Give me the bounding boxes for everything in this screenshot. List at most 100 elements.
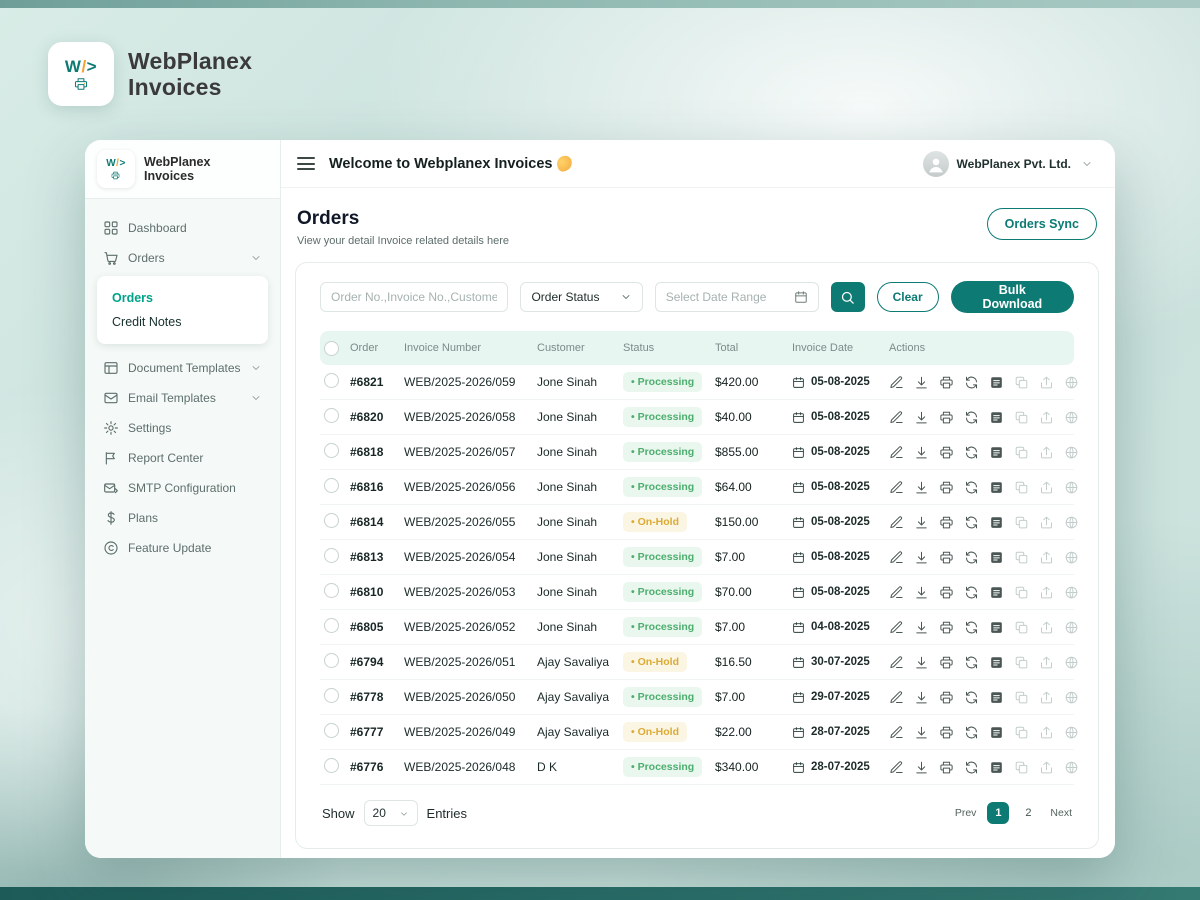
edit-icon[interactable] (889, 410, 904, 425)
badge-icon[interactable] (1064, 480, 1079, 495)
next-button[interactable]: Next (1050, 807, 1072, 819)
row-checkbox[interactable] (324, 758, 339, 773)
prev-button[interactable]: Prev (955, 807, 977, 819)
sidebar-item-settings[interactable]: Settings (95, 413, 270, 443)
print-icon[interactable] (939, 375, 954, 390)
badge-icon[interactable] (1064, 725, 1079, 740)
print-icon[interactable] (939, 690, 954, 705)
badge-icon[interactable] (1064, 655, 1079, 670)
row-checkbox[interactable] (324, 618, 339, 633)
refresh-icon[interactable] (964, 725, 979, 740)
badge-icon[interactable] (1064, 410, 1079, 425)
sidebar-subitem-credit-notes[interactable]: Credit Notes (112, 310, 253, 334)
share-icon[interactable] (1039, 760, 1054, 775)
print-icon[interactable] (939, 410, 954, 425)
edit-icon[interactable] (889, 480, 904, 495)
share-icon[interactable] (1039, 445, 1054, 460)
share-icon[interactable] (1039, 690, 1054, 705)
download-icon[interactable] (914, 725, 929, 740)
edit-icon[interactable] (889, 725, 904, 740)
badge-icon[interactable] (1064, 375, 1079, 390)
invoice-icon[interactable] (989, 445, 1004, 460)
duplicate-icon[interactable] (1014, 550, 1029, 565)
sidebar-item-smtp-configuration[interactable]: SMTP Configuration (95, 473, 270, 503)
edit-icon[interactable] (889, 445, 904, 460)
duplicate-icon[interactable] (1014, 760, 1029, 775)
row-checkbox[interactable] (324, 723, 339, 738)
share-icon[interactable] (1039, 480, 1054, 495)
duplicate-icon[interactable] (1014, 585, 1029, 600)
row-checkbox[interactable] (324, 653, 339, 668)
print-icon[interactable] (939, 725, 954, 740)
download-icon[interactable] (914, 585, 929, 600)
refresh-icon[interactable] (964, 655, 979, 670)
edit-icon[interactable] (889, 550, 904, 565)
refresh-icon[interactable] (964, 410, 979, 425)
invoice-icon[interactable] (989, 760, 1004, 775)
download-icon[interactable] (914, 480, 929, 495)
download-icon[interactable] (914, 550, 929, 565)
refresh-icon[interactable] (964, 585, 979, 600)
print-icon[interactable] (939, 445, 954, 460)
duplicate-icon[interactable] (1014, 410, 1029, 425)
row-checkbox[interactable] (324, 688, 339, 703)
sidebar-brand[interactable]: W/> WebPlanex Invoices (85, 140, 280, 199)
download-icon[interactable] (914, 760, 929, 775)
print-icon[interactable] (939, 515, 954, 530)
share-icon[interactable] (1039, 550, 1054, 565)
badge-icon[interactable] (1064, 585, 1079, 600)
sidebar-item-report-center[interactable]: Report Center (95, 443, 270, 473)
download-icon[interactable] (914, 620, 929, 635)
row-checkbox[interactable] (324, 443, 339, 458)
duplicate-icon[interactable] (1014, 480, 1029, 495)
share-icon[interactable] (1039, 585, 1054, 600)
share-icon[interactable] (1039, 515, 1054, 530)
refresh-icon[interactable] (964, 480, 979, 495)
print-icon[interactable] (939, 550, 954, 565)
row-checkbox[interactable] (324, 408, 339, 423)
edit-icon[interactable] (889, 760, 904, 775)
refresh-icon[interactable] (964, 550, 979, 565)
row-checkbox[interactable] (324, 548, 339, 563)
page-size-select[interactable]: 20 (363, 800, 418, 826)
order-status-select[interactable]: Order Status (520, 282, 643, 312)
refresh-icon[interactable] (964, 620, 979, 635)
edit-icon[interactable] (889, 690, 904, 705)
badge-icon[interactable] (1064, 760, 1079, 775)
invoice-icon[interactable] (989, 375, 1004, 390)
date-range-input[interactable]: Select Date Range (654, 282, 819, 312)
print-icon[interactable] (939, 760, 954, 775)
download-icon[interactable] (914, 690, 929, 705)
sidebar-subitem-orders[interactable]: Orders (112, 286, 253, 310)
refresh-icon[interactable] (964, 690, 979, 705)
orders-sync-button[interactable]: Orders Sync (986, 208, 1097, 240)
invoice-icon[interactable] (989, 515, 1004, 530)
invoice-icon[interactable] (989, 620, 1004, 635)
print-icon[interactable] (939, 620, 954, 635)
invoice-icon[interactable] (989, 655, 1004, 670)
duplicate-icon[interactable] (1014, 445, 1029, 460)
print-icon[interactable] (939, 655, 954, 670)
account-menu[interactable]: WebPlanex Pvt. Ltd. (922, 150, 1093, 177)
sidebar-item-orders[interactable]: Orders (95, 243, 270, 273)
row-checkbox[interactable] (324, 373, 339, 388)
share-icon[interactable] (1039, 410, 1054, 425)
badge-icon[interactable] (1064, 620, 1079, 635)
edit-icon[interactable] (889, 515, 904, 530)
edit-icon[interactable] (889, 655, 904, 670)
edit-icon[interactable] (889, 375, 904, 390)
edit-icon[interactable] (889, 585, 904, 600)
duplicate-icon[interactable] (1014, 725, 1029, 740)
row-checkbox[interactable] (324, 513, 339, 528)
edit-icon[interactable] (889, 620, 904, 635)
print-icon[interactable] (939, 585, 954, 600)
share-icon[interactable] (1039, 620, 1054, 635)
invoice-icon[interactable] (989, 480, 1004, 495)
invoice-icon[interactable] (989, 690, 1004, 705)
select-all-checkbox[interactable] (324, 340, 339, 356)
download-icon[interactable] (914, 375, 929, 390)
share-icon[interactable] (1039, 655, 1054, 670)
search-input[interactable] (320, 282, 509, 312)
duplicate-icon[interactable] (1014, 375, 1029, 390)
download-icon[interactable] (914, 655, 929, 670)
